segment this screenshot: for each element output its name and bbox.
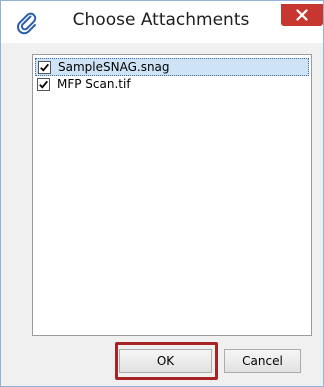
- checkbox-checked[interactable]: [37, 78, 50, 91]
- dialog-title: Choose Attachments: [72, 10, 250, 30]
- list-item[interactable]: SampleSNAG.snag: [35, 58, 309, 76]
- cancel-button[interactable]: Cancel: [224, 349, 301, 373]
- close-button[interactable]: [281, 4, 323, 26]
- list-item[interactable]: MFP Scan.tif: [35, 76, 309, 94]
- attachments-list[interactable]: SampleSNAG.snag MFP Scan.tif: [32, 54, 312, 336]
- title-bar: Choose Attachments: [1, 1, 323, 43]
- checkbox-checked[interactable]: [38, 61, 51, 74]
- check-icon: [39, 80, 48, 89]
- close-icon: [296, 9, 308, 21]
- paperclip-icon: [15, 11, 39, 35]
- check-icon: [40, 63, 49, 72]
- choose-attachments-dialog: Choose Attachments SampleSNAG.snag MFP S…: [0, 0, 324, 387]
- attachment-name: MFP Scan.tif: [57, 77, 131, 91]
- attachment-name: SampleSNAG.snag: [58, 60, 170, 74]
- ok-button[interactable]: OK: [119, 349, 212, 373]
